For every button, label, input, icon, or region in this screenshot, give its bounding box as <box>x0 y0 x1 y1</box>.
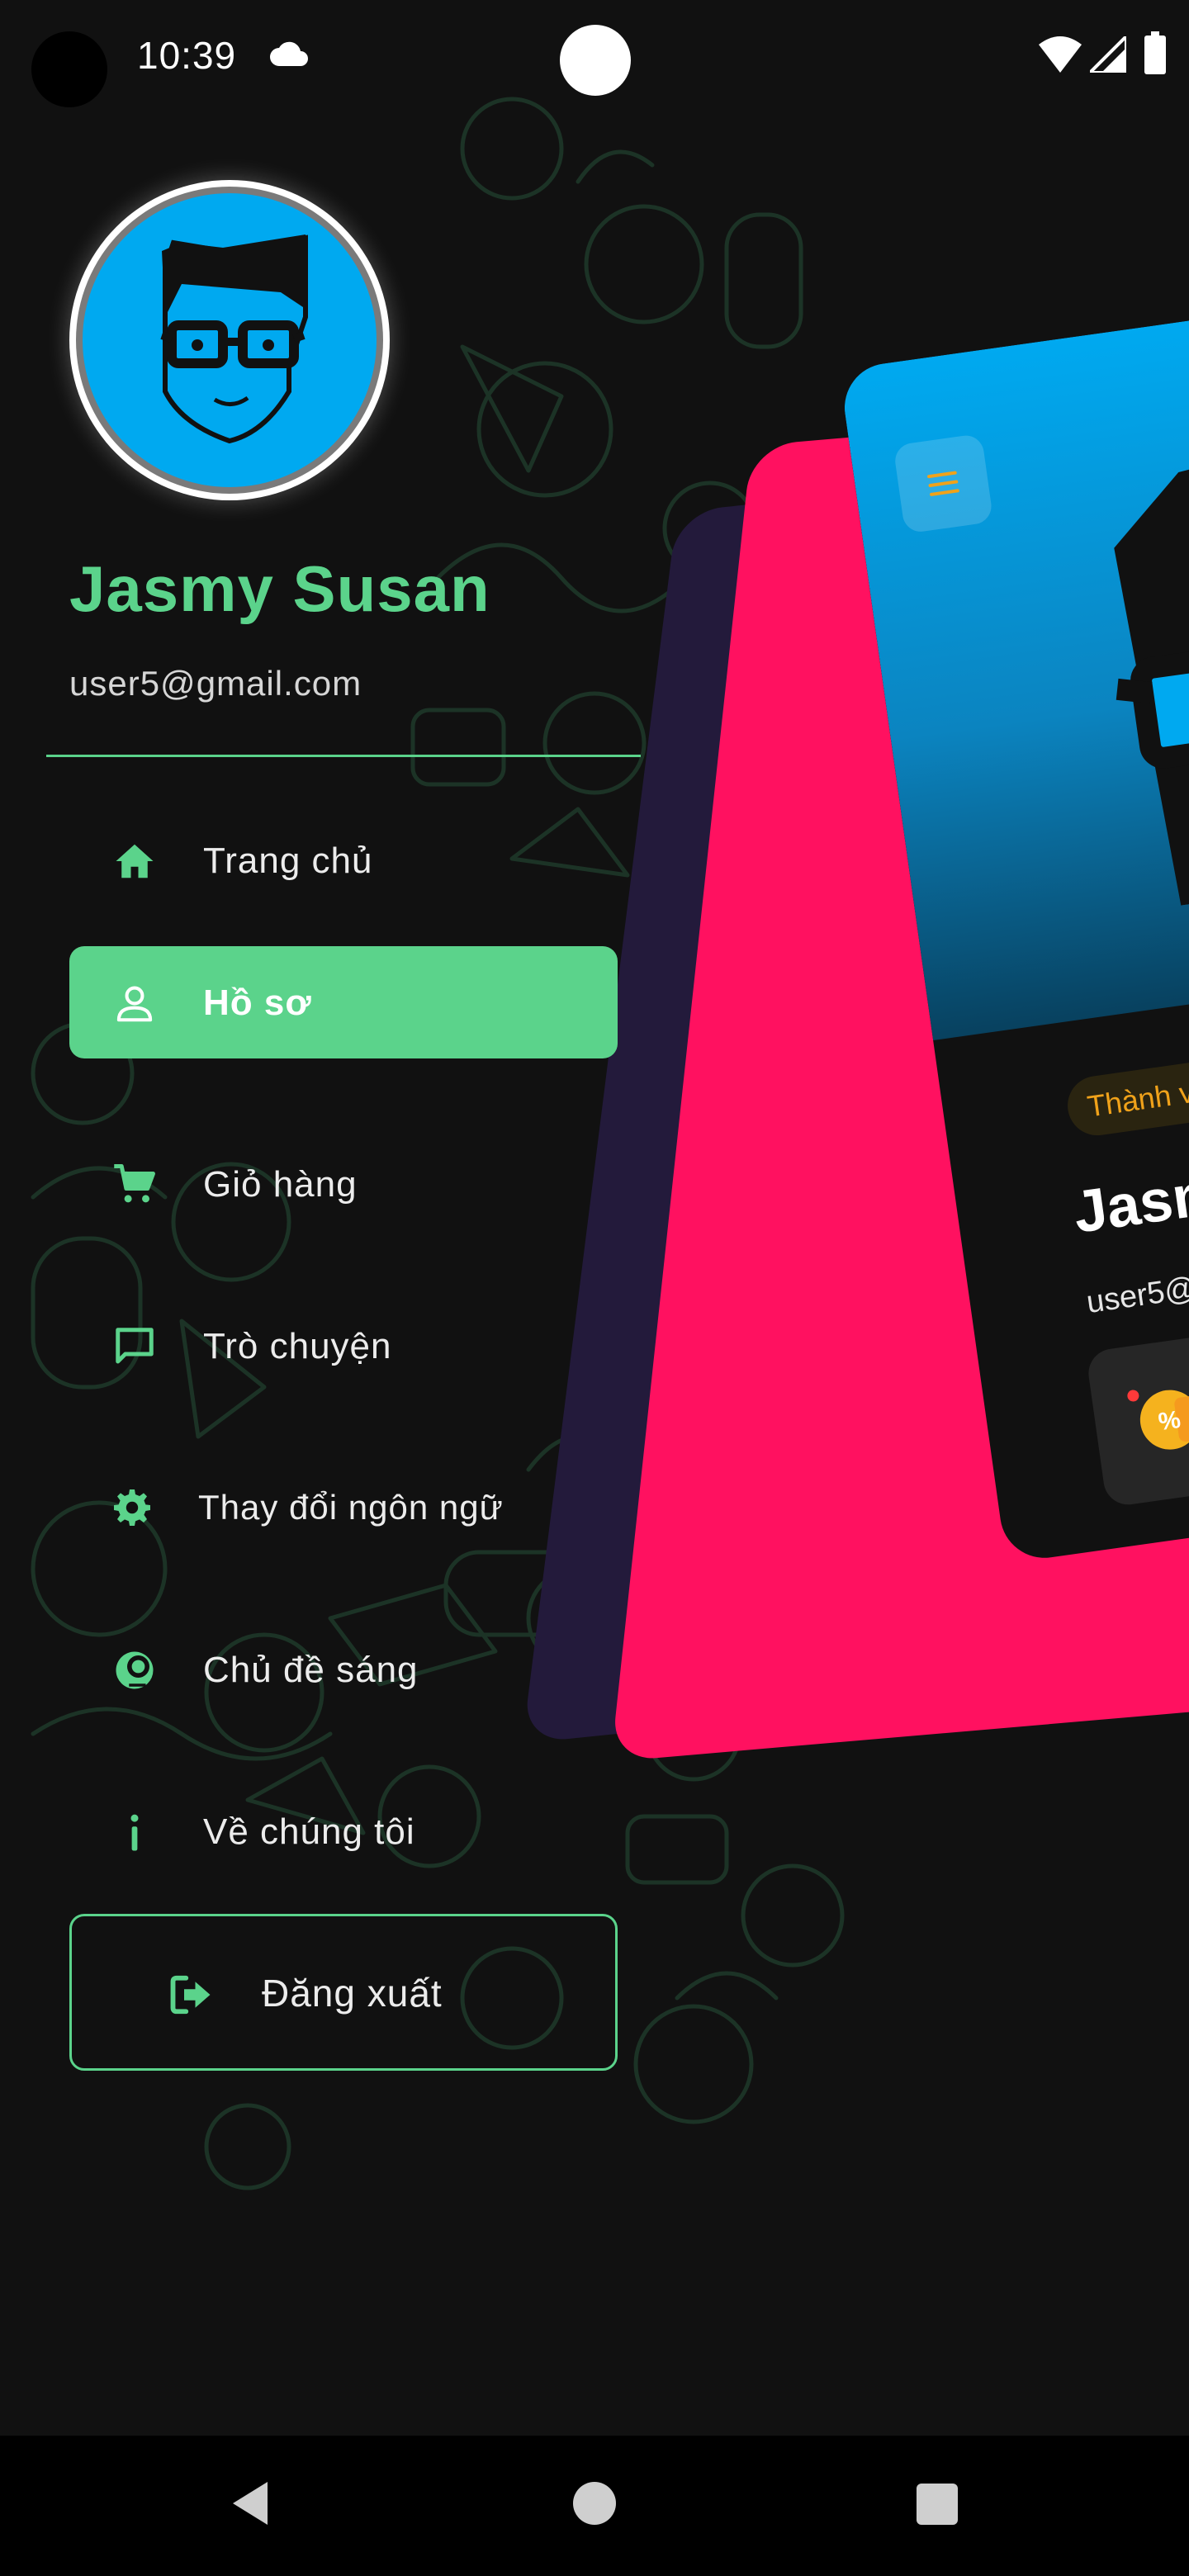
back-icon[interactable] <box>225 2477 277 2530</box>
member-badge: Thành viên Sliv <box>1063 1046 1189 1139</box>
status-bar: 10:39 <box>0 0 1189 116</box>
discount-coupon-icon: % <box>1127 1390 1189 1450</box>
menu-item-label: Giỏ hàng <box>203 1164 358 1205</box>
preview-user-name: Jasmy S <box>1069 1147 1189 1246</box>
menu-button[interactable] <box>893 433 994 534</box>
system-nav-bar <box>0 2436 1189 2576</box>
logout-button[interactable]: Đăng xuất <box>69 1914 618 2071</box>
battery-icon <box>1144 31 1166 74</box>
avatar[interactable] <box>69 180 390 500</box>
home-icon <box>116 844 154 878</box>
cloud-icon <box>270 41 308 66</box>
info-icon <box>130 1814 139 1851</box>
menu-item-theme[interactable]: Chủ đề sáng <box>69 1613 618 1726</box>
avatar-illustration <box>1114 435 1189 906</box>
signal-icon <box>1090 36 1126 73</box>
menu-item-chat[interactable]: Trò chuyện <box>69 1290 618 1402</box>
recents-button[interactable] <box>917 2484 958 2525</box>
home-button[interactable] <box>573 2482 616 2525</box>
cart-icon <box>114 1164 155 1203</box>
logout-label: Đăng xuất <box>262 1972 443 2015</box>
menu-item-label: Trò chuyện <box>203 1326 392 1366</box>
header-divider <box>46 755 641 757</box>
chat-icon <box>116 1328 154 1364</box>
app-screen: Thành viên Sliv Jasmy S user5@gmail % 6 … <box>0 0 1189 2576</box>
hamburger-icon <box>927 471 959 496</box>
menu-item-about[interactable]: Về chúng tôi <box>69 1775 618 1887</box>
camera-cutout <box>31 31 107 107</box>
preview-user-email: user5@gmail <box>1084 1260 1189 1321</box>
menu-item-label: Trang chủ <box>203 841 373 881</box>
user-email: user5@gmail.com <box>69 664 362 703</box>
user-name: Jasmy Susan <box>69 552 490 625</box>
notification-dot <box>560 25 631 96</box>
menu-item-home[interactable]: Trang chủ <box>69 804 618 916</box>
person-icon <box>116 986 153 1022</box>
status-time: 10:39 <box>137 34 237 77</box>
wifi-icon <box>1039 36 1082 73</box>
logout-icon <box>170 1975 211 2015</box>
menu-item-label: Về chúng tôi <box>203 1811 415 1852</box>
menu-item-cart[interactable]: Giỏ hàng <box>69 1128 618 1240</box>
menu-item-label: Hồ sơ <box>203 983 312 1023</box>
gear-icon <box>114 1489 150 1526</box>
theme-icon <box>116 1651 154 1689</box>
svg-text:%: % <box>1157 1406 1182 1436</box>
menu-item-language[interactable]: Thay đổi ngôn ngữ <box>69 1451 618 1564</box>
menu-item-profile[interactable]: Hồ sơ <box>69 946 618 1058</box>
menu-item-label: Thay đổi ngôn ngữ <box>198 1488 504 1527</box>
menu-item-label: Chủ đề sáng <box>203 1650 419 1690</box>
avatar-face-illustration <box>160 234 308 444</box>
